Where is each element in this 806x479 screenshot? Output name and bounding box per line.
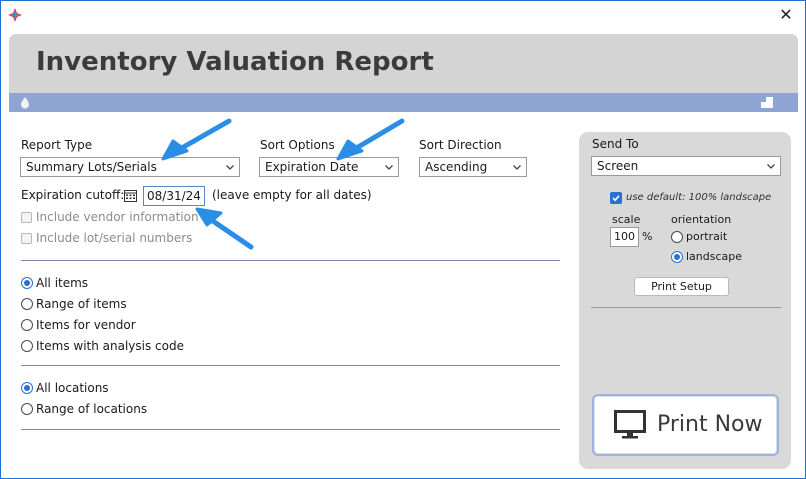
report-type-value: Summary Lots/Serials (26, 160, 157, 174)
vendor-info-checkbox[interactable] (21, 212, 32, 223)
radio-range-of-items[interactable] (21, 298, 33, 310)
radio-portrait-label: portrait (686, 230, 728, 243)
chevron-down-icon (767, 164, 775, 169)
radio-all-locations[interactable] (21, 382, 33, 394)
percent-label: % (642, 230, 653, 243)
radio-range-of-locations[interactable] (21, 403, 33, 415)
sort-options-select[interactable]: Expiration Date (259, 157, 399, 177)
use-default-label: use default: 100% landscape (626, 192, 772, 203)
radio-items-analysis-code-label: Items with analysis code (36, 339, 184, 353)
send-to-label: Send To (592, 137, 639, 151)
radio-items-analysis-code[interactable] (21, 340, 33, 352)
radio-all-items[interactable] (21, 277, 33, 289)
radio-items-for-vendor[interactable] (21, 319, 33, 331)
send-to-value: Screen (597, 159, 639, 173)
page-icon[interactable] (760, 96, 774, 109)
close-icon[interactable]: ✕ (777, 6, 795, 24)
calendar-icon[interactable] (124, 190, 137, 202)
print-now-label: Print Now (657, 412, 763, 437)
annotation-arrow-icon (195, 207, 254, 250)
sort-direction-label: Sort Direction (419, 138, 502, 152)
chevron-down-icon (513, 165, 521, 170)
vendor-info-label: Include vendor information (36, 210, 199, 224)
sort-direction-value: Ascending (425, 160, 488, 174)
expiration-label: Expiration cutoff: (21, 188, 125, 202)
radio-all-items-label: All items (36, 276, 89, 290)
divider (21, 260, 560, 261)
checkmark-icon (612, 195, 620, 202)
scale-input[interactable]: 100 (610, 227, 639, 247)
monitor-icon (614, 410, 646, 439)
chevron-down-icon (226, 165, 234, 170)
sort-options-label: Sort Options (260, 138, 335, 152)
send-to-select[interactable]: Screen (591, 156, 781, 176)
expiration-hint: (leave empty for all dates) (212, 188, 372, 202)
drop-icon (21, 97, 29, 109)
lot-serial-checkbox[interactable] (21, 233, 32, 244)
page-title: Inventory Valuation Report (36, 47, 434, 77)
banner-strip (9, 93, 798, 112)
use-default-checkbox[interactable] (610, 192, 622, 204)
radio-landscape-label: landscape (686, 250, 743, 263)
app-logo-icon (8, 8, 22, 22)
report-type-label: Report Type (21, 138, 93, 152)
radio-range-of-locations-label: Range of locations (36, 402, 148, 416)
divider (21, 429, 560, 430)
expiration-date-input[interactable]: 08/31/24 (143, 186, 205, 206)
report-banner: Inventory Valuation Report (9, 34, 798, 112)
dialog-window: ✕ Inventory Valuation Report Report Type… (0, 0, 806, 479)
sort-options-value: Expiration Date (265, 160, 359, 174)
radio-landscape[interactable] (671, 251, 683, 263)
radio-portrait[interactable] (671, 231, 683, 243)
scale-label: scale (612, 213, 641, 226)
print-setup-button[interactable]: Print Setup (634, 277, 729, 296)
divider (21, 365, 560, 366)
report-type-select[interactable]: Summary Lots/Serials (20, 157, 240, 177)
radio-all-locations-label: All locations (36, 381, 109, 395)
lot-serial-label: Include lot/serial numbers (36, 231, 193, 245)
divider (591, 307, 781, 308)
radio-items-for-vendor-label: Items for vendor (36, 318, 136, 332)
print-now-button[interactable]: Print Now (592, 394, 779, 456)
sort-direction-select[interactable]: Ascending (419, 157, 527, 177)
radio-range-of-items-label: Range of items (36, 297, 127, 311)
orientation-label: orientation (671, 213, 732, 226)
chevron-down-icon (385, 165, 393, 170)
title-bar: ✕ (1, 1, 805, 31)
